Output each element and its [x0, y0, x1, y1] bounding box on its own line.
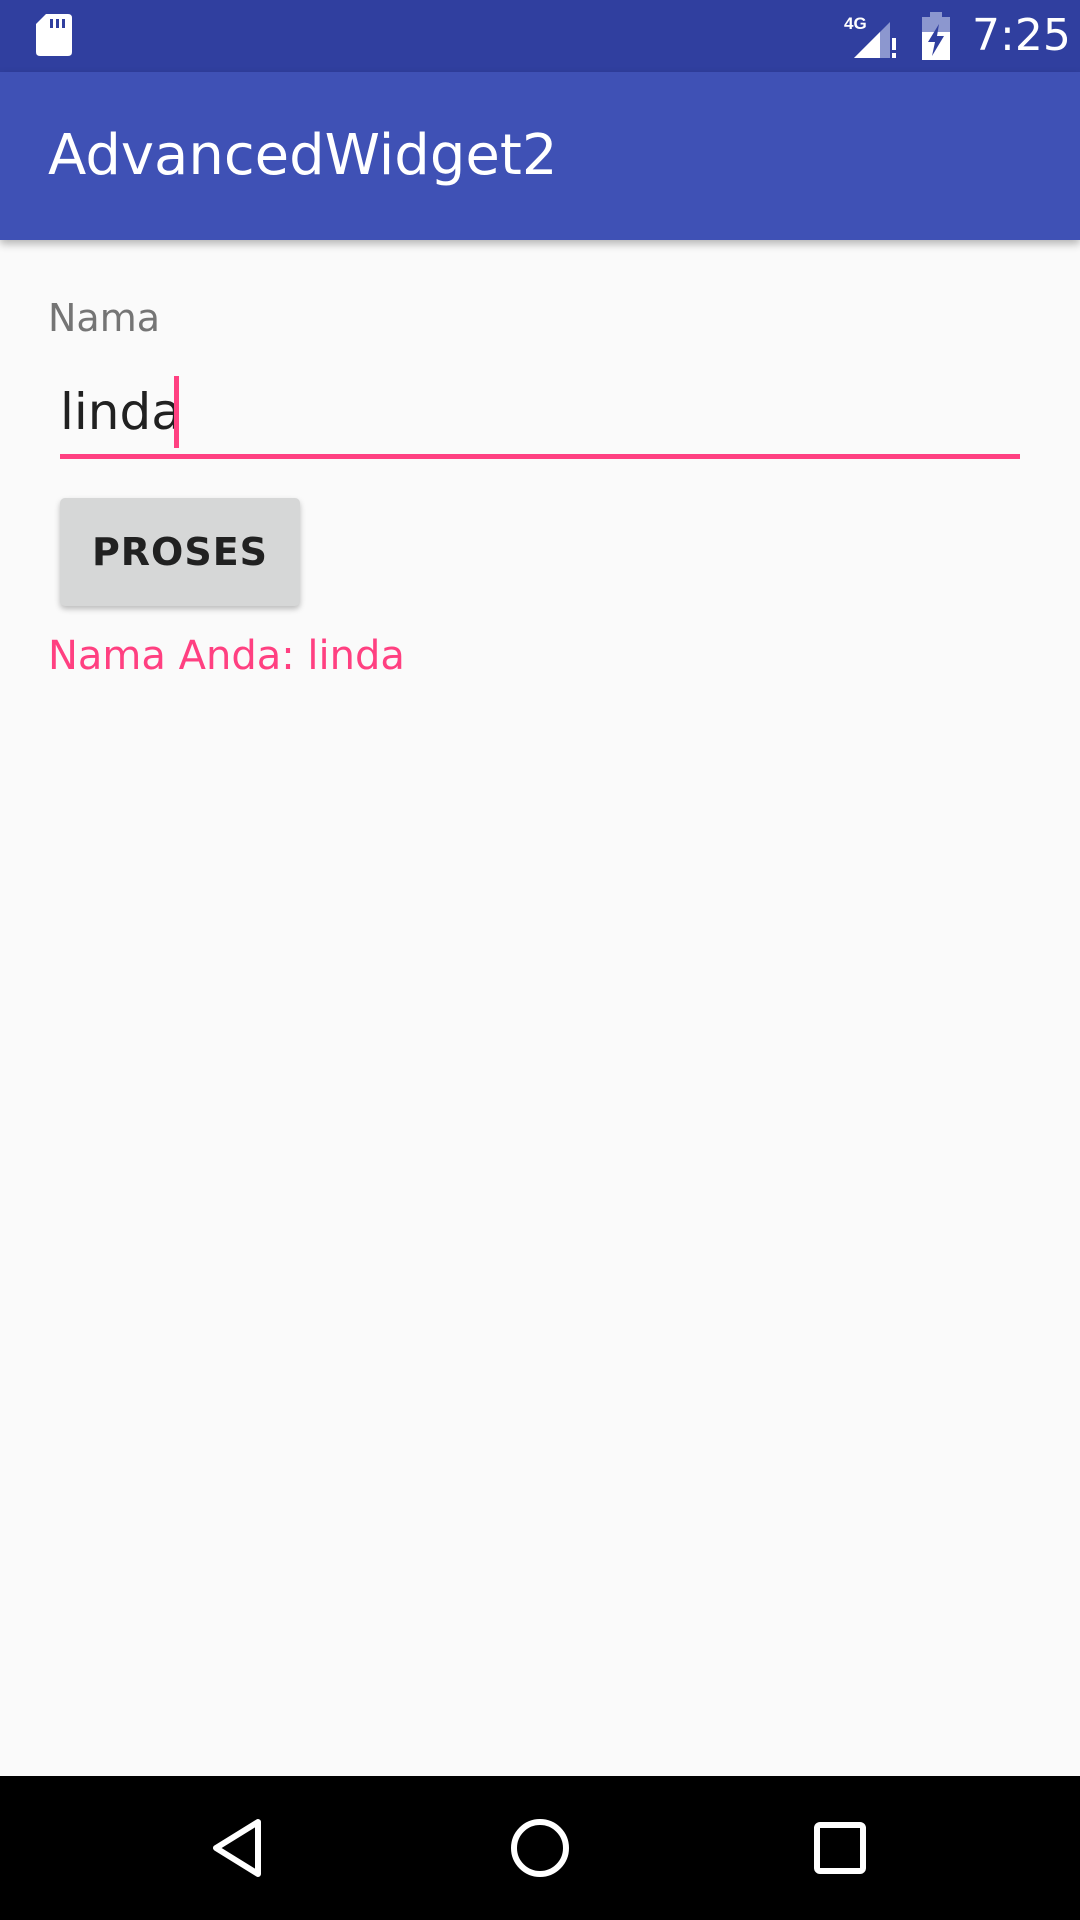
- name-field-underline: [60, 454, 1020, 459]
- battery-charging-icon: [922, 12, 950, 60]
- network-type-label: 4G: [844, 14, 867, 33]
- app-title: AdvancedWidget2: [48, 123, 558, 188]
- name-input[interactable]: [60, 372, 1020, 452]
- text-cursor: [174, 376, 179, 448]
- app-bar: AdvancedWidget2: [0, 72, 1080, 240]
- status-bar: 4G 7:25: [0, 0, 1080, 72]
- navigation-bar: [0, 1776, 1080, 1920]
- status-clock: 7:25: [972, 10, 1071, 61]
- sd-card-icon: [36, 14, 72, 56]
- result-text: Nama Anda: linda: [48, 633, 405, 679]
- recents-button[interactable]: [790, 1798, 890, 1898]
- name-field[interactable]: [60, 372, 1020, 460]
- home-icon: [511, 1819, 569, 1877]
- back-icon: [213, 1819, 261, 1877]
- recents-icon: [814, 1822, 866, 1874]
- name-label: Nama: [48, 296, 161, 340]
- home-button[interactable]: [490, 1798, 590, 1898]
- back-button[interactable]: [190, 1798, 290, 1898]
- signal-icon: 4G: [844, 14, 896, 58]
- process-button[interactable]: PROSES: [60, 498, 300, 606]
